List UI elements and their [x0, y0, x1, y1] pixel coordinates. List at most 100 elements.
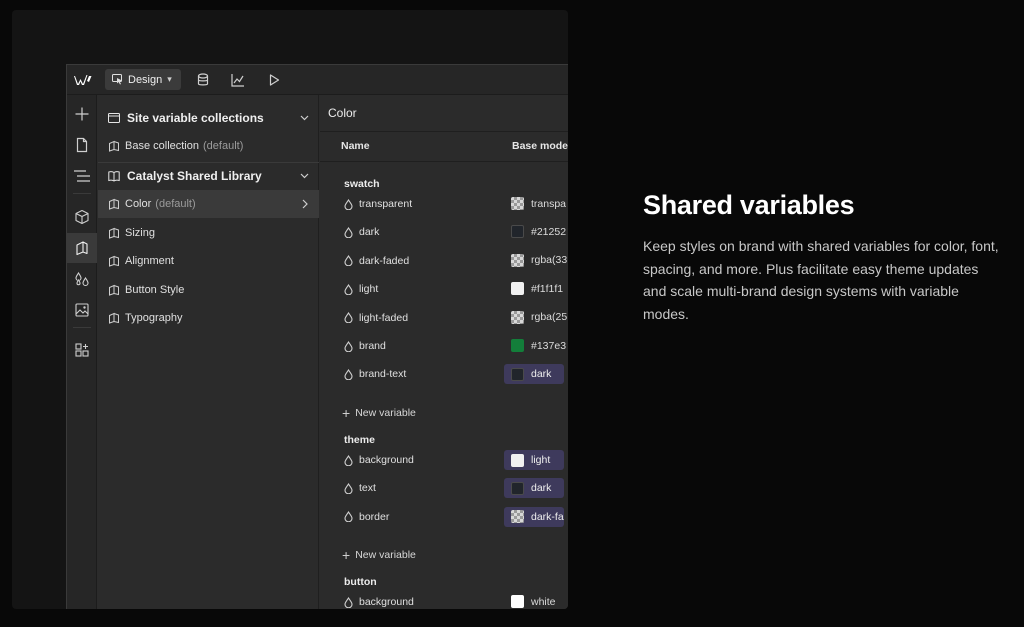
add-panel-button[interactable] [67, 99, 97, 129]
variable-name-text: background [359, 454, 414, 466]
variable-value[interactable]: rgba(25 [511, 310, 567, 324]
webflow-logo-icon[interactable] [74, 72, 92, 88]
variable-row[interactable]: text dark [320, 474, 568, 502]
column-header-name[interactable]: Name [341, 140, 370, 152]
collection-label: Button Style [125, 284, 185, 296]
variable-row[interactable]: brand #137e3 [320, 332, 568, 360]
variable-name-text: dark [359, 226, 380, 239]
variable-value-text: rgba(33 [531, 254, 568, 267]
play-icon[interactable] [266, 72, 282, 88]
variable-name: brand [344, 340, 386, 352]
box-icon [75, 209, 89, 225]
page-icon [76, 137, 88, 153]
group-label-swatch: swatch [344, 178, 380, 190]
plus-icon [75, 107, 89, 121]
variable-value[interactable]: #21252 [511, 225, 566, 239]
pages-panel-button[interactable] [67, 130, 97, 160]
collection-icon [109, 284, 119, 296]
color-drop-icon [344, 283, 353, 295]
variable-name: background [344, 596, 414, 608]
new-variable-label: New variable [355, 407, 416, 419]
variable-value[interactable]: rgba(33 [511, 253, 568, 267]
variable-value[interactable]: #137e3 [511, 339, 566, 352]
plus-icon: + [342, 405, 351, 421]
new-variable-button[interactable]: + New variable [342, 547, 416, 563]
collection-icon [109, 255, 119, 267]
library-header[interactable]: Catalyst Shared Library [98, 163, 319, 189]
components-panel-button[interactable] [67, 202, 97, 232]
apps-panel-button[interactable] [67, 335, 97, 365]
variables-table-panel: Color Name Base mode swatch transparent t… [320, 95, 568, 609]
variable-row[interactable]: background light [320, 446, 568, 474]
variable-row[interactable]: transparent transpa [320, 190, 568, 218]
color-drop-icon [344, 198, 353, 210]
variable-row[interactable]: light #f1f1f1 [320, 275, 568, 303]
variable-alias-pill[interactable]: dark-fa [504, 506, 564, 527]
variable-row[interactable]: border dark-fa [320, 503, 568, 531]
color-drop-icon [344, 312, 353, 324]
collection-icon [109, 140, 119, 152]
site-collections-header[interactable]: Site variable collections [98, 105, 319, 131]
styles-panel-button[interactable] [67, 264, 97, 294]
variable-value-text: white [531, 595, 556, 608]
database-icon[interactable] [195, 72, 211, 88]
collection-item-sizing[interactable]: Sizing [98, 219, 319, 247]
drops-icon [75, 271, 89, 287]
new-variable-button[interactable]: + New variable [342, 405, 416, 421]
variable-value[interactable]: transpa [511, 197, 566, 210]
rail-divider [73, 327, 91, 328]
color-drop-icon [344, 482, 353, 494]
variable-name: text [344, 482, 376, 494]
new-variable-label: New variable [355, 549, 416, 561]
variable-alias-pill[interactable]: dark [504, 478, 564, 499]
variable-row[interactable]: brand-text dark [320, 360, 568, 388]
column-header-base-mode[interactable]: Base mode [512, 140, 568, 152]
collection-item-color[interactable]: Color (default) [98, 190, 319, 218]
design-mode-button[interactable]: Design ▾ [105, 69, 181, 90]
collection-icon [109, 198, 119, 210]
color-swatch [511, 510, 524, 524]
chevron-down-icon: ▾ [167, 74, 172, 84]
variable-row[interactable]: background white [320, 588, 568, 609]
color-drop-icon [344, 454, 353, 466]
chart-icon[interactable] [230, 72, 246, 88]
color-swatch [511, 595, 524, 608]
feature-copy: Shared variables Keep styles on brand wi… [643, 190, 1003, 325]
color-swatch [511, 453, 524, 467]
variable-row[interactable]: light-faded rgba(25 [320, 304, 568, 332]
library-title: Catalyst Shared Library [127, 169, 262, 183]
variable-name-text: light-faded [359, 311, 409, 324]
stage: Design ▾ Site variable collections Base … [0, 0, 1024, 627]
navigator-panel-button[interactable] [67, 161, 97, 191]
variable-value-text: dark-fa [531, 510, 564, 523]
assets-panel-button[interactable] [67, 295, 97, 325]
collection-item-typography[interactable]: Typography [98, 304, 319, 332]
variable-alias-pill[interactable]: dark [504, 364, 564, 385]
image-icon [75, 303, 89, 317]
variable-value[interactable]: #f1f1f1 [511, 282, 563, 296]
collection-label: Sizing [125, 227, 155, 239]
variable-name-text: background [359, 596, 414, 608]
collection-item-alignment[interactable]: Alignment [98, 247, 319, 275]
color-drop-icon [344, 511, 353, 523]
navigator-icon [74, 170, 90, 182]
variable-alias-pill[interactable]: light [504, 450, 564, 470]
apps-icon [75, 343, 89, 357]
collection-item-base[interactable]: Base collection (default) [98, 132, 319, 160]
collection-item-button-style[interactable]: Button Style [98, 276, 319, 304]
variable-row[interactable]: dark #21252 [320, 218, 568, 246]
variable-row[interactable]: dark-faded rgba(33 [320, 247, 568, 275]
variable-value-text: dark [531, 482, 552, 495]
variables-panel-button[interactable] [67, 233, 97, 263]
variable-name: border [344, 511, 389, 523]
color-swatch [511, 310, 524, 324]
group-label-theme: theme [344, 434, 375, 446]
variable-value[interactable]: white [511, 595, 556, 608]
variable-name: transparent [344, 198, 412, 210]
color-swatch [511, 197, 524, 210]
variable-name-text: border [359, 510, 390, 523]
variable-name-text: text [359, 482, 376, 495]
color-swatch [511, 253, 524, 267]
plus-icon: + [342, 547, 351, 563]
window-icon [108, 113, 120, 123]
